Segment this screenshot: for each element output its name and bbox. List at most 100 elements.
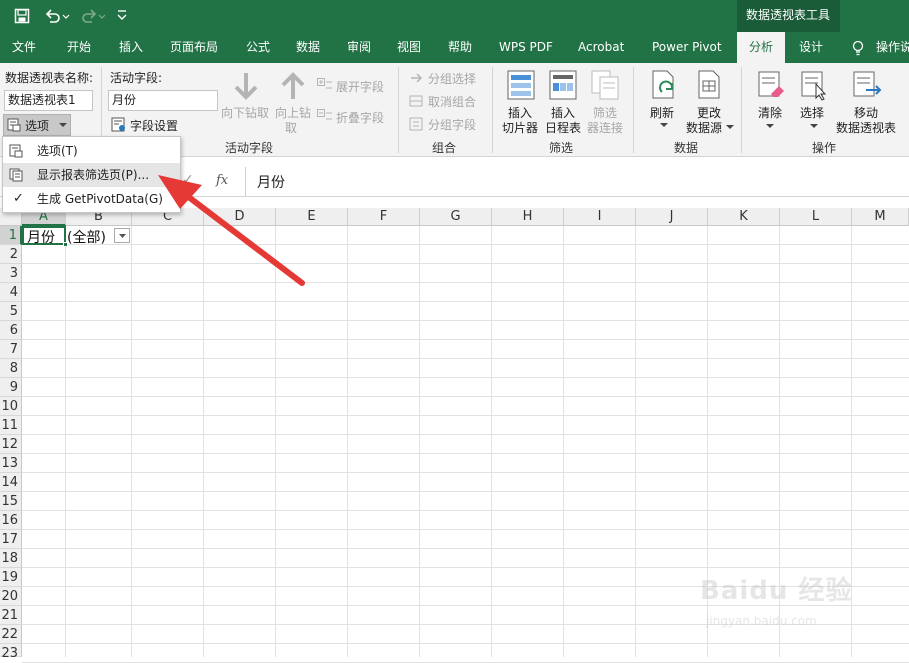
chevron-down-icon xyxy=(810,124,818,128)
title-bar: 数据透视表工具 xyxy=(0,0,909,32)
pivot-name-label: 数据透视表名称: xyxy=(5,71,94,85)
tab-analyze[interactable]: 分析 xyxy=(737,32,785,63)
gridline-vertical xyxy=(275,226,276,657)
tell-me-search[interactable]: 操作说 xyxy=(876,32,909,63)
gridline-vertical xyxy=(131,226,132,657)
row-header-1[interactable]: 1 xyxy=(0,226,22,245)
row-header-13[interactable]: 13 xyxy=(0,454,22,473)
row-header-17[interactable]: 17 xyxy=(0,530,22,549)
row-header-20[interactable]: 20 xyxy=(0,587,22,606)
options-button[interactable]: 选项 xyxy=(3,114,71,136)
customize-icon[interactable] xyxy=(116,9,128,23)
row-header-21[interactable]: 21 xyxy=(0,606,22,625)
column-header-f[interactable]: F xyxy=(348,208,420,226)
column-header-h[interactable]: H xyxy=(492,208,564,226)
tab-view[interactable]: 视图 xyxy=(397,32,421,63)
worksheet-grid[interactable]: ABCDEFGHIJKLM 1 2 3 4 5 6 7 8 9 10 11 12 13 14 15 16 17 1… xyxy=(0,208,909,663)
row-header-10[interactable]: 10 xyxy=(0,397,22,416)
row-header-6[interactable]: 6 xyxy=(0,321,22,340)
tab-formulas[interactable]: 公式 xyxy=(246,32,270,63)
row-header-18[interactable]: 18 xyxy=(0,549,22,568)
annotation-arrow xyxy=(158,175,305,286)
tab-power-pivot[interactable]: Power Pivot xyxy=(652,32,722,63)
cell-b1[interactable]: (全部) xyxy=(67,227,106,247)
row-header-15[interactable]: 15 xyxy=(0,492,22,511)
ungroup-button[interactable]: 取消组合 xyxy=(428,93,476,110)
tab-data[interactable]: 数据 xyxy=(296,32,320,63)
filter-dropdown-button[interactable] xyxy=(114,228,130,243)
timeline-icon xyxy=(549,70,577,100)
clear-icon xyxy=(758,71,784,97)
insert-slicer-label-2: 切片器 xyxy=(502,121,539,135)
cell-a1[interactable]: 月份 xyxy=(27,227,55,247)
tab-design[interactable]: 设计 xyxy=(799,32,823,63)
undo-icon[interactable] xyxy=(44,8,70,24)
column-header-m[interactable]: M xyxy=(852,208,909,226)
group-label-group: 组合 xyxy=(432,141,457,155)
gridline-vertical xyxy=(65,226,66,657)
row-header-23[interactable]: 23 xyxy=(0,644,22,661)
change-source-icon xyxy=(698,70,720,99)
gridline-horizontal xyxy=(22,339,909,340)
move-pivot-label-2: 数据透视表 xyxy=(836,121,897,135)
gridline-horizontal xyxy=(22,396,909,397)
row-header-7[interactable]: 7 xyxy=(0,340,22,359)
filter-connections-label-2: 器连接 xyxy=(587,121,624,135)
tab-wps-pdf[interactable]: WPS PDF xyxy=(499,32,553,63)
active-field-label: 活动字段: xyxy=(110,71,163,85)
expand-field-icon xyxy=(317,78,332,89)
row-header-4[interactable]: 4 xyxy=(0,283,22,302)
filter-connections-icon xyxy=(591,70,619,100)
row-header-22[interactable]: 22 xyxy=(0,625,22,644)
row-header-2[interactable]: 2 xyxy=(0,245,22,264)
column-header-l[interactable]: L xyxy=(780,208,852,226)
chevron-down-icon xyxy=(59,123,67,127)
group-label-filter: 筛选 xyxy=(549,141,574,155)
chevron-down-icon xyxy=(766,124,774,128)
column-header-j[interactable]: J xyxy=(636,208,708,226)
row-header-19[interactable]: 19 xyxy=(0,568,22,587)
row-header-14[interactable]: 14 xyxy=(0,473,22,492)
group-field-button[interactable]: 分组字段 xyxy=(428,116,476,133)
column-header-g[interactable]: G xyxy=(420,208,492,226)
watermark-url: jingyan.baidu.com xyxy=(706,614,817,628)
menu-label-show-report-filter-pages: 显示报表筛选页(P)... xyxy=(37,168,150,182)
tab-acrobat[interactable]: Acrobat xyxy=(578,32,624,63)
row-header-8[interactable]: 8 xyxy=(0,359,22,378)
row-header-12[interactable]: 12 xyxy=(0,435,22,454)
tab-help[interactable]: 帮助 xyxy=(448,32,472,63)
pivot-name-input[interactable]: 数据透视表1 xyxy=(4,90,93,111)
menu-item-options[interactable]: 选项(T) xyxy=(3,139,180,163)
redo-icon[interactable] xyxy=(80,8,106,24)
tab-insert[interactable]: 插入 xyxy=(119,32,143,63)
tab-file[interactable]: 文件 xyxy=(12,32,36,63)
refresh-button[interactable]: 刷新 xyxy=(650,104,674,121)
tab-review[interactable]: 审阅 xyxy=(347,32,371,63)
formula-input[interactable]: 月份 xyxy=(245,167,909,196)
clear-button[interactable]: 清除 xyxy=(758,104,782,121)
save-icon[interactable] xyxy=(14,8,30,24)
gridline-horizontal xyxy=(22,320,909,321)
insert-timeline-label-2: 日程表 xyxy=(545,121,582,135)
select-button[interactable]: 选择 xyxy=(800,104,824,121)
row-header-9[interactable]: 9 xyxy=(0,378,22,397)
row-header-5[interactable]: 5 xyxy=(0,302,22,321)
field-settings-button[interactable]: 字段设置 xyxy=(111,116,191,134)
gridline-horizontal xyxy=(22,301,909,302)
expand-field-button[interactable]: 展开字段 xyxy=(336,78,384,95)
column-header-i[interactable]: I xyxy=(564,208,636,226)
tab-page-layout[interactable]: 页面布局 xyxy=(170,32,218,63)
active-field-input[interactable]: 月份 xyxy=(108,90,218,111)
gridline-horizontal xyxy=(22,377,909,378)
gridline-vertical xyxy=(563,226,564,657)
column-header-k[interactable]: K xyxy=(708,208,780,226)
row-header-11[interactable]: 11 xyxy=(0,416,22,435)
row-header-3[interactable]: 3 xyxy=(0,264,22,283)
gridline-vertical xyxy=(635,226,636,657)
group-selection-button[interactable]: 分组选择 xyxy=(428,70,476,87)
tab-home[interactable]: 开始 xyxy=(67,32,91,63)
collapse-field-button[interactable]: 折叠字段 xyxy=(336,109,384,126)
row-header-16[interactable]: 16 xyxy=(0,511,22,530)
select-icon xyxy=(801,71,827,101)
drill-down-button[interactable]: 向下钻取 xyxy=(221,104,269,121)
